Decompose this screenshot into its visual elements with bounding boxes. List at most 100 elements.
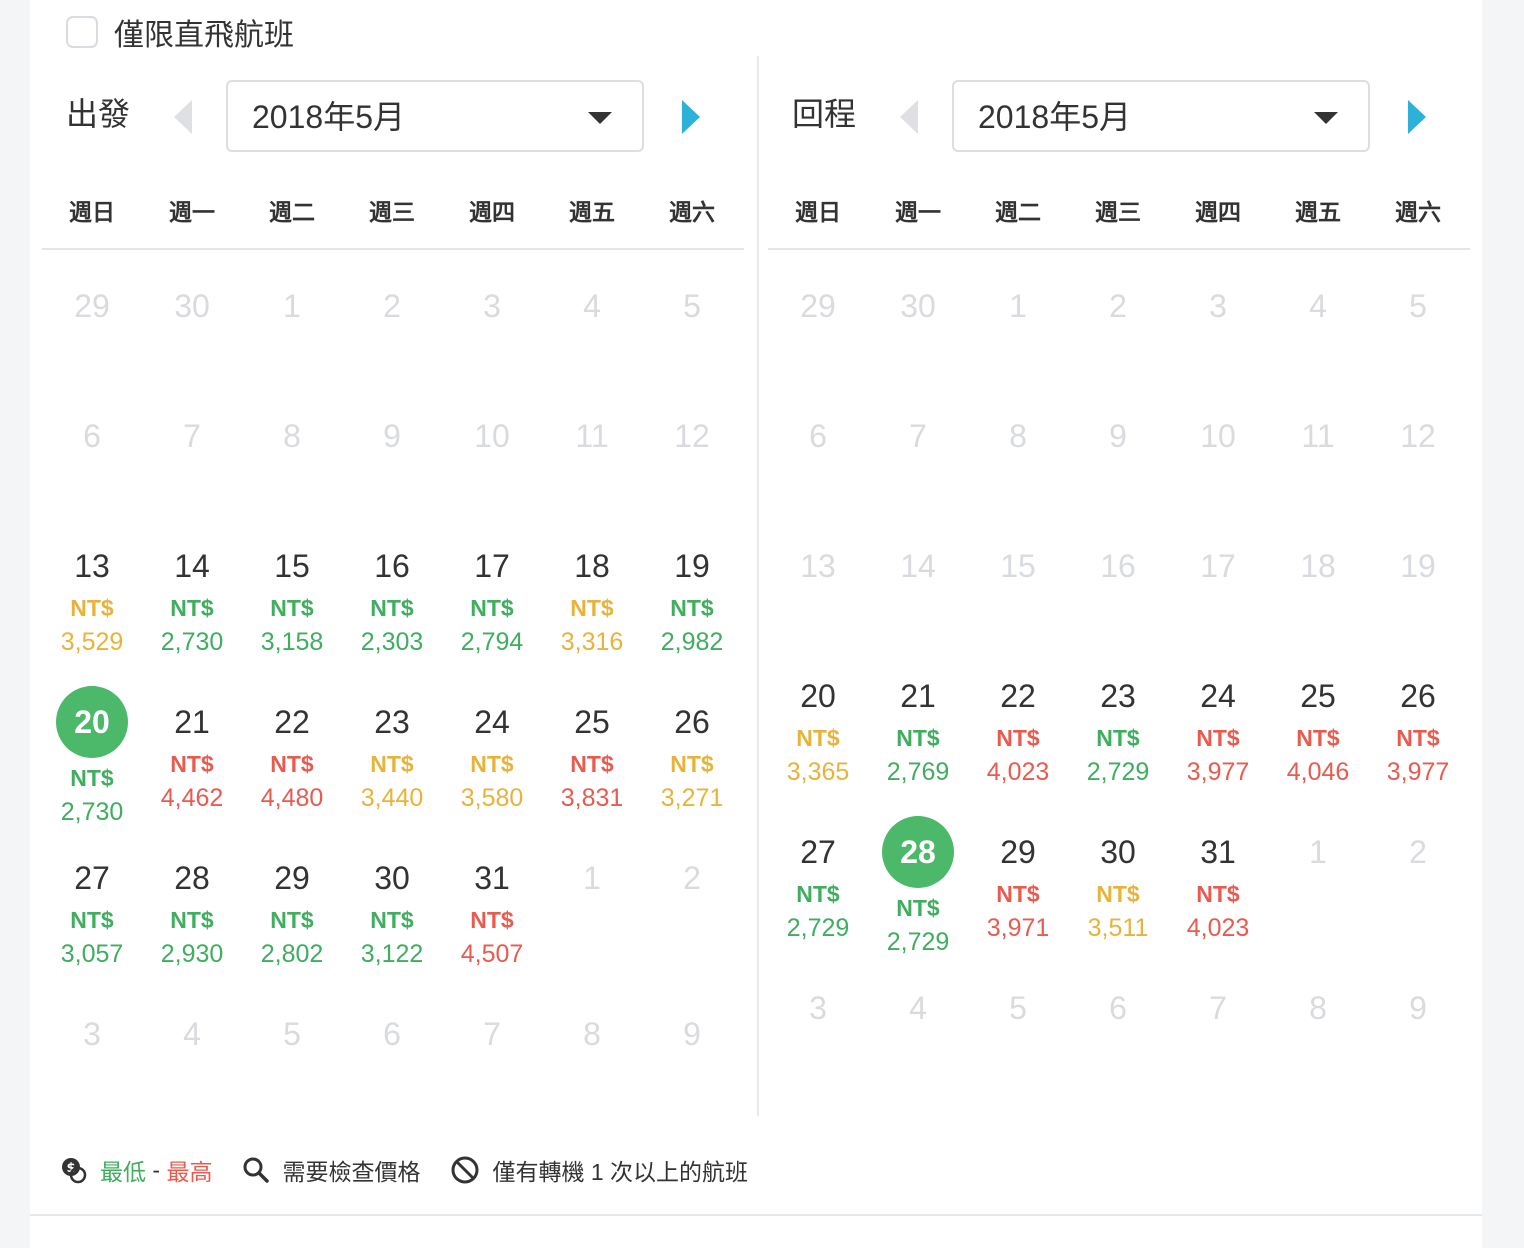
day-number: 3 [83, 1016, 101, 1052]
selected-day-cell[interactable]: 20 NT$ 2,730 [42, 682, 142, 838]
day-cell: 2 [342, 266, 442, 396]
day-cell[interactable]: 21 NT$ 2,769 [868, 656, 968, 812]
day-cell[interactable]: 31 NT$ 4,507 [442, 838, 542, 994]
return-calendar: 回程 2018年5月 週日 週一 週二 週三 週四 週五 週六 29 30 1 2 3 4… [768, 56, 1470, 1116]
price-amount: 2,794 [460, 628, 524, 656]
day-cell[interactable]: 25 NT$ 4,046 [1268, 656, 1368, 812]
day-cell[interactable]: 30 NT$ 3,122 [342, 838, 442, 994]
weekday-label: 週一 [169, 199, 215, 225]
day-cell[interactable]: 13 NT$ 3,529 [42, 526, 142, 682]
depart-title: 出發 [66, 96, 131, 132]
price-amount: 3,057 [60, 940, 124, 968]
price-amount: 4,046 [1286, 758, 1350, 786]
day-number: 29 [1000, 834, 1036, 870]
price-currency: NT$ [996, 725, 1040, 751]
day-cell: 1 [1268, 812, 1368, 968]
prev-month-icon[interactable] [900, 100, 918, 134]
day-number: 7 [909, 418, 927, 454]
day-cell: 2 [1368, 812, 1468, 968]
day-cell[interactable]: 29 NT$ 3,971 [968, 812, 1068, 968]
legend-low: 最低 [100, 1159, 146, 1185]
price-currency: NT$ [896, 895, 940, 921]
day-number: 31 [1200, 834, 1236, 870]
day-cell[interactable]: 24 NT$ 3,977 [1168, 656, 1268, 812]
day-cell[interactable]: 25 NT$ 3,831 [542, 682, 642, 838]
direct-only-checkbox[interactable] [66, 16, 98, 48]
day-cell[interactable]: 16 NT$ 2,303 [342, 526, 442, 682]
day-number: 22 [274, 704, 310, 740]
day-cell[interactable]: 15 NT$ 3,158 [242, 526, 342, 682]
day-cell: 13 [768, 526, 868, 656]
calendar-week-row: 20 NT$ 2,730 21 NT$ 4,462 22 NT$ 4,480 23 NT$ 3,440… [42, 682, 744, 838]
day-number: 5 [683, 288, 701, 324]
price-currency: NT$ [170, 907, 214, 933]
day-number: 20 [800, 678, 836, 714]
legend-separator: - [146, 1156, 167, 1183]
day-cell: 9 [1068, 396, 1168, 526]
price-currency: NT$ [270, 751, 314, 777]
day-cell: 29 [768, 266, 868, 396]
day-cell[interactable]: 26 NT$ 3,271 [642, 682, 742, 838]
day-number: 4 [1309, 288, 1327, 324]
day-cell[interactable]: 28 NT$ 2,930 [142, 838, 242, 994]
day-number: 9 [683, 1016, 701, 1052]
direct-only-label[interactable]: 僅限直飛航班 [114, 10, 294, 54]
next-month-icon[interactable] [682, 100, 700, 134]
day-cell[interactable]: 24 NT$ 3,580 [442, 682, 542, 838]
price-amount: 3,977 [1386, 758, 1450, 786]
day-number: 11 [575, 418, 609, 454]
calendar-week-row: 29 30 1 2 3 4 5 [42, 266, 744, 396]
return-month-select[interactable]: 2018年5月 [952, 80, 1370, 152]
day-number: 1 [283, 288, 301, 324]
direct-only-row[interactable]: 僅限直飛航班 [66, 14, 294, 52]
price-amount: 4,480 [260, 784, 324, 812]
price-currency: NT$ [370, 595, 414, 621]
day-cell: 4 [1268, 266, 1368, 396]
depart-month-select[interactable]: 2018年5月 [226, 80, 644, 152]
next-month-icon[interactable] [1408, 100, 1426, 134]
day-cell[interactable]: 23 NT$ 2,729 [1068, 656, 1168, 812]
day-cell: 8 [242, 396, 342, 526]
day-number: 4 [583, 288, 601, 324]
day-cell: 15 [968, 526, 1068, 656]
day-cell[interactable]: 20 NT$ 3,365 [768, 656, 868, 812]
day-number: 6 [83, 418, 101, 454]
weekday-label: 週六 [669, 199, 715, 225]
day-cell[interactable]: 21 NT$ 4,462 [142, 682, 242, 838]
day-cell[interactable]: 31 NT$ 4,023 [1168, 812, 1268, 968]
price-amount: 4,462 [160, 784, 224, 812]
day-cell[interactable]: 26 NT$ 3,977 [1368, 656, 1468, 812]
day-cell[interactable]: 27 NT$ 3,057 [42, 838, 142, 994]
day-number: 7 [183, 418, 201, 454]
day-cell[interactable]: 22 NT$ 4,023 [968, 656, 1068, 812]
day-number: 6 [1109, 990, 1127, 1026]
day-cell: 18 [1268, 526, 1368, 656]
day-cell[interactable]: 27 NT$ 2,729 [768, 812, 868, 968]
day-cell: 17 [1168, 526, 1268, 656]
day-number: 26 [1400, 678, 1436, 714]
day-cell: 8 [968, 396, 1068, 526]
price-currency: NT$ [1296, 725, 1340, 751]
day-cell[interactable]: 18 NT$ 3,316 [542, 526, 642, 682]
day-cell[interactable]: 19 NT$ 2,982 [642, 526, 742, 682]
weekday-label: 週一 [895, 199, 941, 225]
prev-month-icon[interactable] [174, 100, 192, 134]
price-currency: NT$ [996, 881, 1040, 907]
day-cell: 5 [642, 266, 742, 396]
day-number: 6 [383, 1016, 401, 1052]
day-number: 18 [1300, 548, 1336, 584]
price-amount: 3,365 [786, 758, 850, 786]
day-cell[interactable]: 17 NT$ 2,794 [442, 526, 542, 682]
day-cell: 6 [342, 994, 442, 1124]
day-cell[interactable]: 14 NT$ 2,730 [142, 526, 242, 682]
day-number: 29 [800, 288, 836, 324]
day-cell[interactable]: 30 NT$ 3,511 [1068, 812, 1168, 968]
depart-calendar-header: 出發 2018年5月 [42, 80, 744, 152]
day-cell[interactable]: 23 NT$ 3,440 [342, 682, 442, 838]
day-cell[interactable]: 22 NT$ 4,480 [242, 682, 342, 838]
selected-day-cell[interactable]: 28 NT$ 2,729 [868, 812, 968, 968]
day-cell[interactable]: 29 NT$ 2,802 [242, 838, 342, 994]
price-currency: NT$ [370, 751, 414, 777]
price-currency: NT$ [170, 751, 214, 777]
day-number: 28 [882, 816, 954, 888]
